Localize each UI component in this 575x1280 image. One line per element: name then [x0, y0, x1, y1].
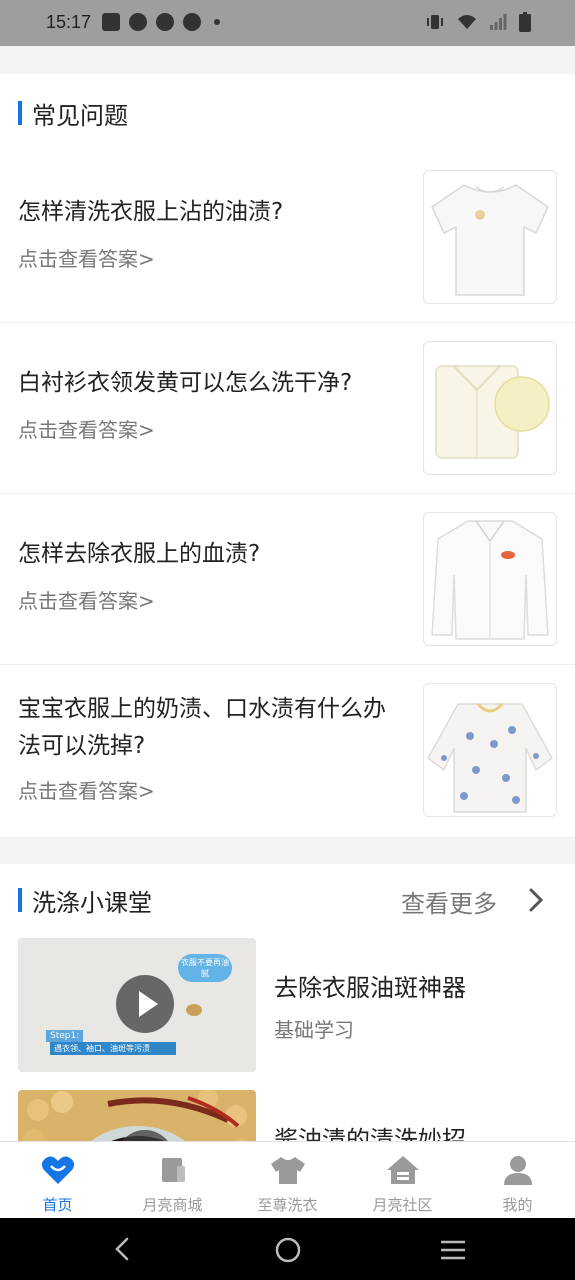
- play-icon[interactable]: [116, 1130, 174, 1141]
- tab-laundry[interactable]: 至尊洗衣: [230, 1142, 345, 1219]
- course-item[interactable]: 衣服不要再油腻 Step1: 遇衣领、袖口、油斑等污渍 去除衣服油斑神器 基础学…: [0, 938, 575, 1090]
- course-section-title: 洗涤小课堂: [32, 889, 152, 917]
- faq-item[interactable]: 怎样清洗衣服上沾的油渍? 点击查看答案>: [0, 152, 575, 323]
- section-accent-bar: [18, 888, 22, 912]
- chevron-right-icon[interactable]: [529, 888, 543, 912]
- home-heart-icon: [41, 1156, 74, 1184]
- faq-item[interactable]: 白衬衫衣领发黄可以怎么洗干净? 点击查看答案>: [0, 323, 575, 494]
- course-item[interactable]: 酱油渍的清洗妙招: [0, 1090, 575, 1141]
- user-icon: [503, 1156, 532, 1185]
- course-subtitle: 基础学习: [274, 1018, 354, 1042]
- more-notifications-icon: [214, 19, 220, 25]
- tab-mine[interactable]: 我的: [460, 1142, 575, 1219]
- course-section-header: 洗涤小课堂 查看更多: [0, 864, 575, 938]
- shirt-collar-image: [423, 341, 557, 475]
- bag-notification-icon: [102, 13, 120, 31]
- faq-section-title: 常见问题: [32, 102, 128, 130]
- shirt-icon: [270, 1157, 305, 1184]
- community-house-icon: [386, 1156, 419, 1184]
- faq-question: 宝宝衣服上的奶渍、口水渍有什么办法可以洗掉?: [18, 696, 386, 759]
- video-thumbnail[interactable]: [18, 1090, 256, 1141]
- section-spacer: [0, 46, 575, 74]
- baby-clothes-image: [423, 683, 557, 817]
- faq-answer-link[interactable]: 点击查看答案>: [18, 414, 155, 443]
- thumbnail-badge: 衣服不要再油腻: [178, 954, 232, 982]
- battery-icon: [519, 12, 531, 32]
- home-circle-icon[interactable]: [274, 1236, 302, 1264]
- tab-label: 首页: [42, 1196, 73, 1214]
- white-shirt-image: [423, 512, 557, 646]
- app-notification-icon: [183, 13, 201, 31]
- notification-icons: [102, 13, 220, 31]
- tab-home[interactable]: 首页: [0, 1142, 115, 1219]
- tab-label: 至尊洗衣: [257, 1196, 318, 1214]
- faq-section-header: 常见问题: [0, 74, 575, 152]
- status-bar: 15:17: [0, 0, 575, 46]
- play-icon[interactable]: [116, 975, 174, 1033]
- section-spacer: [0, 838, 575, 864]
- mall-icon: [161, 1158, 185, 1182]
- oil-stain: [186, 1004, 202, 1016]
- faq-answer-link[interactable]: 点击查看答案>: [18, 243, 155, 272]
- tshirt-image: [423, 170, 557, 304]
- faq-question: 白衬衫衣领发黄可以怎么洗干净?: [18, 370, 353, 396]
- faq-question: 怎样去除衣服上的血渍?: [18, 541, 261, 567]
- bottom-tab-bar: 首页 月亮商城 至尊洗衣 月亮社区 我的: [0, 1141, 575, 1219]
- app-notification-icon: [129, 13, 147, 31]
- faq-answer-link[interactable]: 点击查看答案>: [18, 775, 155, 804]
- video-thumbnail[interactable]: 衣服不要再油腻 Step1: 遇衣领、袖口、油斑等污渍: [18, 938, 256, 1072]
- course-title: 酱油渍的清洗妙招: [274, 1126, 466, 1141]
- course-title: 去除衣服油斑神器: [274, 974, 466, 1002]
- recent-apps-icon[interactable]: [439, 1238, 467, 1262]
- thumbnail-step: Step1:: [46, 1030, 84, 1042]
- back-icon[interactable]: [114, 1237, 130, 1261]
- vibrate-icon: [427, 15, 443, 29]
- wifi-icon: [458, 15, 476, 29]
- status-time: 15:17: [46, 12, 92, 32]
- signal-icon: [490, 14, 507, 30]
- system-icons: [425, 12, 531, 32]
- tab-label: 月亮商城: [142, 1196, 203, 1214]
- thumbnail-caption: 遇衣领、袖口、油斑等污渍: [50, 1042, 176, 1055]
- tab-label: 我的: [502, 1196, 533, 1214]
- tab-label: 月亮社区: [372, 1196, 433, 1214]
- section-accent-bar: [18, 101, 22, 125]
- faq-item[interactable]: 怎样去除衣服上的血渍? 点击查看答案>: [0, 494, 575, 665]
- app-notification-icon: [156, 13, 174, 31]
- faq-item[interactable]: 宝宝衣服上的奶渍、口水渍有什么办法可以洗掉? 点击查看答案>: [0, 665, 575, 838]
- faq-answer-link[interactable]: 点击查看答案>: [18, 585, 155, 614]
- faq-question: 怎样清洗衣服上沾的油渍?: [18, 199, 284, 225]
- content-scroll[interactable]: 常见问题 怎样清洗衣服上沾的油渍? 点击查看答案> 白衬衫衣领发黄可以怎么洗干净…: [0, 46, 575, 1141]
- tab-community[interactable]: 月亮社区: [345, 1142, 460, 1219]
- view-more-link[interactable]: 查看更多: [401, 884, 497, 919]
- system-navigation-bar: [0, 1218, 575, 1280]
- tab-mall[interactable]: 月亮商城: [115, 1142, 230, 1219]
